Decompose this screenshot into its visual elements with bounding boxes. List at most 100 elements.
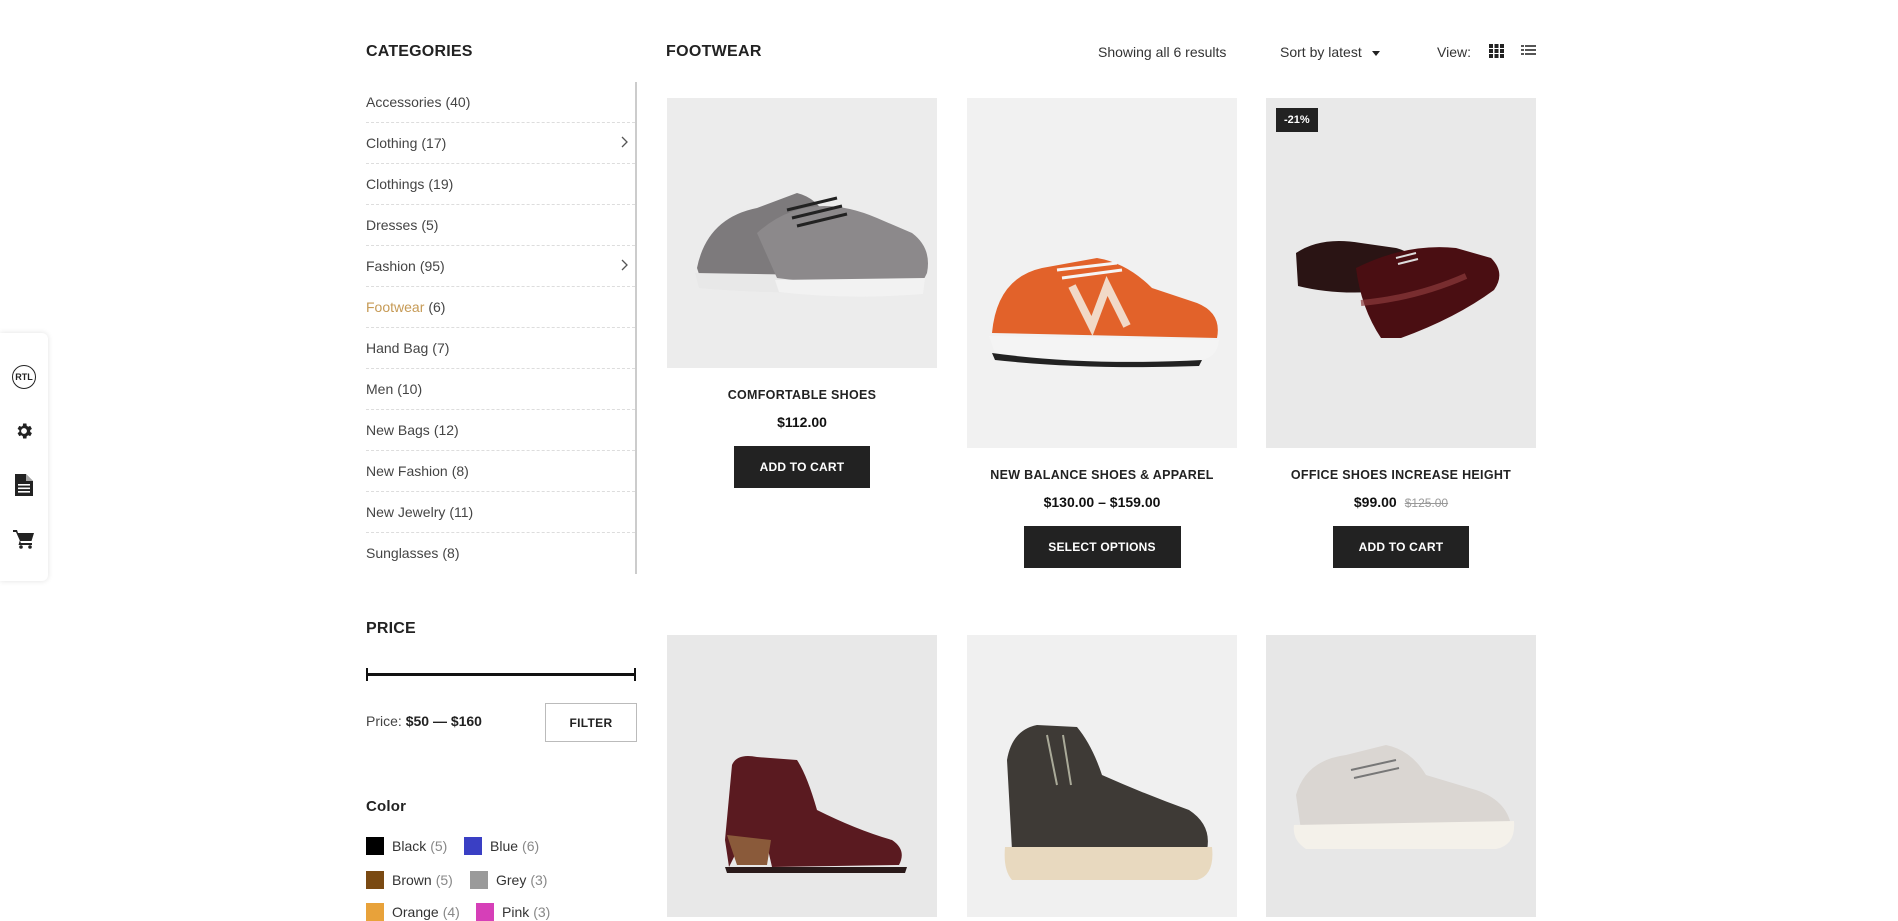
category-name: Clothings — [366, 176, 425, 192]
chevron-right-icon[interactable] — [621, 259, 629, 271]
product-title[interactable]: NEW BALANCE SHOES & APPAREL — [967, 468, 1237, 482]
work-boot-image — [1004, 725, 1213, 880]
cart-icon — [13, 530, 34, 549]
product-price: $130.00 – $159.00 — [1043, 494, 1161, 510]
category-name: New Bags — [366, 422, 430, 438]
color-count: (3) — [533, 904, 551, 920]
price-slider-min-handle[interactable] — [366, 668, 368, 681]
chevron-right-icon[interactable] — [621, 136, 629, 148]
category-count: (40) — [445, 94, 471, 110]
caret-down-icon — [1371, 50, 1380, 56]
page-title: FOOTWEAR — [666, 43, 762, 60]
price-max: $160 — [450, 713, 482, 729]
color-swatch — [464, 837, 482, 855]
list-view-button[interactable] — [1521, 44, 1537, 60]
category-item-new-jewelry[interactable]: New Jewelry (11) — [366, 492, 635, 533]
category-count: (8) — [442, 545, 460, 561]
gear-icon — [17, 423, 32, 439]
category-item-new-bags[interactable]: New Bags (12) — [366, 410, 635, 451]
category-item-clothings[interactable]: Clothings (19) — [366, 164, 635, 205]
category-item-accessories[interactable]: Accessories (40) — [366, 82, 635, 123]
color-count: (5) — [430, 838, 448, 854]
product-image[interactable] — [667, 98, 937, 368]
category-item-fashion[interactable]: Fashion (95) — [366, 246, 635, 287]
category-item-sunglasses[interactable]: Sunglasses (8) — [366, 533, 635, 573]
product-image[interactable] — [667, 635, 937, 917]
document-icon — [15, 474, 33, 496]
color-swatch — [366, 871, 384, 889]
category-count: (19) — [428, 176, 454, 192]
category-name: New Jewelry — [366, 504, 446, 520]
color-title: Color — [366, 798, 407, 815]
category-count: (7) — [432, 340, 450, 356]
product-old-price: $125.00 — [1404, 496, 1449, 510]
price-slider-max-handle[interactable] — [634, 668, 636, 681]
select-options-button[interactable]: SELECT OPTIONS — [1023, 526, 1181, 568]
price-min: $50 — [405, 713, 430, 729]
category-item-men[interactable]: Men (10) — [366, 369, 635, 410]
sale-badge: -21% — [1276, 108, 1318, 132]
color-count: (5) — [435, 872, 453, 888]
add-to-cart-button[interactable]: ADD TO CART — [734, 446, 870, 488]
color-filter-orange[interactable]: Orange (4) — [366, 903, 460, 921]
category-item-clothing[interactable]: Clothing (17) — [366, 123, 635, 164]
product-image[interactable] — [967, 98, 1237, 448]
document-button[interactable] — [8, 469, 40, 501]
result-count: Showing all 6 results — [1098, 44, 1227, 60]
category-item-footwear[interactable]: Footwear (6) — [366, 287, 635, 328]
product-price: $112.00 — [777, 414, 827, 430]
product-image[interactable] — [967, 635, 1237, 917]
color-name: Brown — [392, 872, 432, 888]
product-card: NEW BALANCE SHOES & APPAREL $130.00 – $1… — [967, 98, 1237, 568]
ankle-boot-image — [725, 756, 907, 873]
category-name: Accessories — [366, 94, 442, 110]
color-filter-pink[interactable]: Pink (3) — [476, 903, 550, 921]
category-name: Dresses — [366, 217, 418, 233]
category-name: New Fashion — [366, 463, 448, 479]
product-card — [1266, 635, 1536, 917]
add-to-cart-button[interactable]: ADD TO CART — [1333, 526, 1469, 568]
running-shoe-image — [989, 258, 1219, 368]
color-swatch — [366, 837, 384, 855]
grid-view-button[interactable] — [1489, 44, 1505, 60]
product-title[interactable]: COMFORTABLE SHOES — [667, 388, 937, 402]
settings-button[interactable] — [8, 415, 40, 447]
category-count: (10) — [397, 381, 423, 397]
product-card — [967, 635, 1237, 917]
product-card — [667, 635, 937, 917]
categories-title: CATEGORIES — [366, 43, 473, 60]
grid-icon — [1489, 44, 1504, 58]
product-image[interactable] — [1266, 635, 1536, 917]
view-label: View: — [1437, 44, 1471, 60]
color-name: Pink — [502, 904, 530, 920]
color-filter-grey[interactable]: Grey (3) — [470, 871, 547, 889]
dress-shoe-image — [1296, 240, 1500, 338]
price-separator: — — [432, 713, 447, 729]
filter-button[interactable]: FILTER — [545, 703, 637, 742]
product-image[interactable]: -21% — [1266, 98, 1536, 448]
sort-select[interactable]: Sort by latest — [1280, 44, 1380, 60]
category-item-new-fashion[interactable]: New Fashion (8) — [366, 451, 635, 492]
price-slider[interactable] — [366, 668, 636, 681]
color-swatch — [366, 903, 384, 921]
color-filter-blue[interactable]: Blue (6) — [464, 837, 539, 855]
price-range-label: Price: $50 — $160 — [366, 713, 482, 729]
product-sale-price: $99.00 — [1353, 494, 1397, 510]
category-count: (11) — [449, 504, 474, 520]
color-count: (6) — [522, 838, 540, 854]
color-count: (3) — [530, 872, 548, 888]
category-count: (8) — [451, 463, 469, 479]
product-title[interactable]: OFFICE SHOES INCREASE HEIGHT — [1266, 468, 1536, 482]
cart-button[interactable] — [8, 523, 40, 555]
color-filter-black[interactable]: Black (5) — [366, 837, 447, 855]
category-name: Footwear — [366, 299, 425, 315]
color-filter-brown[interactable]: Brown (5) — [366, 871, 453, 889]
category-item-dresses[interactable]: Dresses (5) — [366, 205, 635, 246]
category-name: Fashion — [366, 258, 416, 274]
list-icon — [1521, 45, 1536, 55]
category-item-hand-bag[interactable]: Hand Bag (7) — [366, 328, 635, 369]
category-name: Men — [366, 381, 394, 397]
rtl-icon: RTL — [12, 365, 36, 389]
rtl-toggle[interactable]: RTL — [8, 361, 40, 393]
category-count: (95) — [419, 258, 445, 274]
